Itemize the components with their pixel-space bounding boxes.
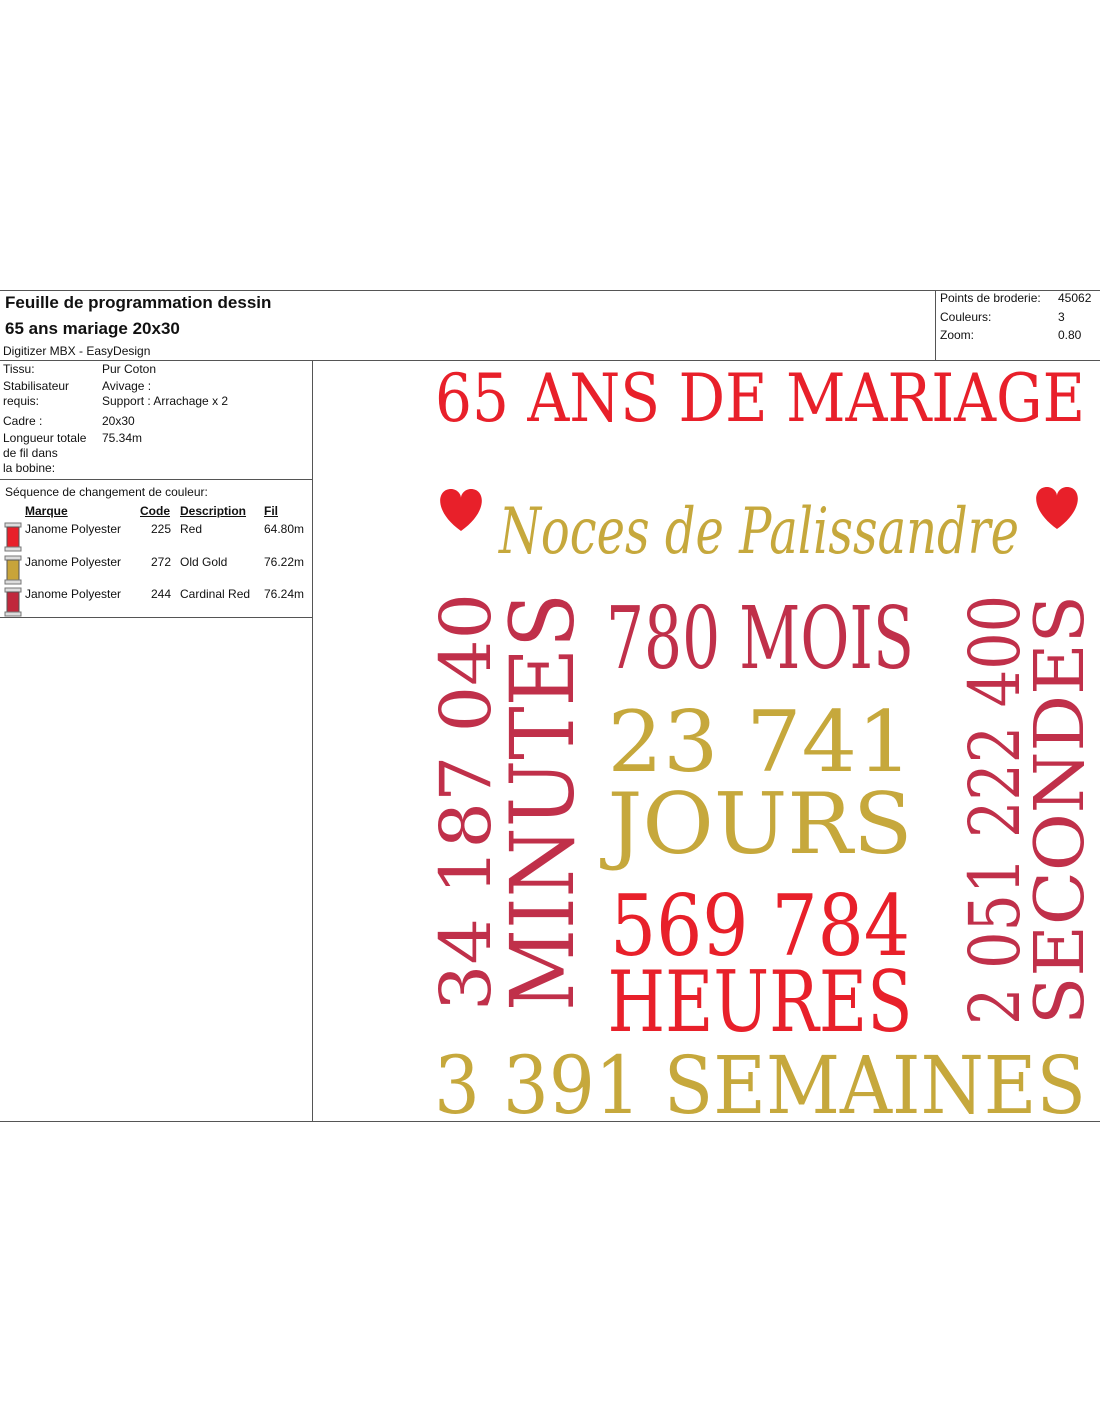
design-canvas: 65 ANS DE MARIAGE Noces de Palissandre 3…: [425, 361, 1100, 1122]
stat-colors-value: 3: [1058, 310, 1065, 324]
stab-label-2: requis:: [3, 394, 40, 408]
info-panel: Tissu: Pur Coton Stabilisateur requis: A…: [0, 361, 313, 1122]
embroidery-design: 65 ANS DE MARIAGE Noces de Palissandre 3…: [313, 361, 1100, 1122]
longueur-value: 75.34m: [102, 431, 143, 445]
seconds-word: SECONDES: [1021, 595, 1100, 1025]
stat-zoom-value: 0.80: [1058, 328, 1082, 342]
thread-row: Janome Polyester 244 Cardinal Red 76.24m: [3, 587, 311, 619]
spool-thread-color: [6, 526, 20, 548]
longueur-label-3: la bobine:: [3, 461, 56, 475]
weeks-text: 3 391 SEMAINES: [434, 1039, 1086, 1122]
thread-spool-icon: [4, 522, 22, 552]
design-title: 65 ANS DE MARIAGE: [435, 361, 1085, 437]
thread-description: Cardinal Red: [180, 587, 251, 601]
stat-points-label: Points de broderie:: [940, 291, 1041, 305]
software-name: Digitizer MBX - EasyDesign: [3, 344, 151, 358]
cadre-label: Cadre :: [3, 414, 43, 428]
thread-row: Janome Polyester 225 Red 64.80m: [3, 522, 311, 554]
thread-row: Janome Polyester 272 Old Gold 76.22m: [3, 555, 311, 587]
tissu-label: Tissu:: [3, 362, 35, 376]
design-name: 65 ans mariage 20x30: [5, 319, 180, 338]
left-heart-icon: [440, 489, 482, 531]
thread-length: 76.22m: [264, 555, 305, 569]
stab-value-2: Support : Arrachage x 2: [102, 394, 229, 408]
thread-code: 225: [151, 522, 172, 536]
spool-thread-color: [6, 591, 20, 613]
thread-spool-icon: [4, 587, 22, 617]
header-length: Fil: [264, 504, 278, 518]
thread-code: 244: [151, 587, 172, 601]
longueur-label-2: de fil dans: [3, 446, 58, 460]
design-subtitle: Noces de Palissandre: [498, 495, 1019, 569]
months-text: 780 MOIS: [606, 589, 914, 689]
thread-spool-icon: [4, 555, 22, 585]
stab-value-1: Avivage :: [102, 379, 152, 393]
header-description: Description: [180, 504, 247, 518]
thread-code: 272: [151, 555, 172, 569]
programming-sheet: Feuille de programmation dessin 65 ans m…: [0, 290, 1100, 1122]
header-code: Code: [140, 504, 170, 518]
right-heart-icon: [1036, 487, 1078, 529]
color-sequence: Séquence de changement de couleur: Marqu…: [0, 479, 312, 618]
thread-brand: Janome Polyester: [25, 522, 122, 536]
stab-label-1: Stabilisateur: [3, 379, 70, 393]
tissu-value: Pur Coton: [102, 362, 157, 376]
thread-brand: Janome Polyester: [25, 555, 122, 569]
hours-word: HEURES: [608, 953, 913, 1051]
thread-length: 64.80m: [264, 522, 305, 536]
sheet-header: Feuille de programmation dessin 65 ans m…: [0, 291, 1100, 361]
cadre-value: 20x30: [102, 414, 135, 428]
thread-length: 76.24m: [264, 587, 305, 601]
spool-thread-color: [6, 559, 20, 581]
days-word: JOURS: [599, 775, 912, 873]
longueur-label-1: Longueur totale: [3, 431, 87, 445]
stat-points-value: 45062: [1058, 291, 1092, 305]
thread-description: Old Gold: [180, 555, 228, 569]
minutes-word: MINUTES: [491, 593, 594, 1011]
stat-colors-label: Couleurs:: [940, 310, 992, 324]
thread-brand: Janome Polyester: [25, 587, 122, 601]
stats-box: Points de broderie: 45062 Couleurs: 3 Zo…: [935, 291, 1100, 360]
sequence-title: Séquence de changement de couleur:: [5, 485, 208, 499]
thread-description: Red: [180, 522, 203, 536]
stat-zoom-label: Zoom:: [940, 328, 975, 342]
header-brand: Marque: [25, 504, 68, 518]
sheet-title: Feuille de programmation dessin: [5, 293, 272, 312]
